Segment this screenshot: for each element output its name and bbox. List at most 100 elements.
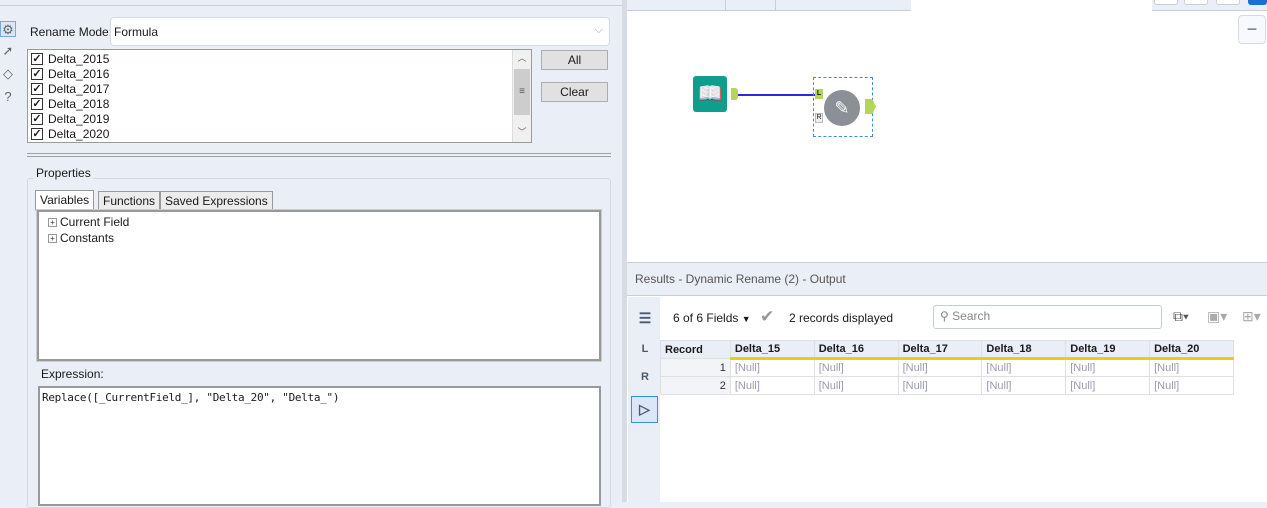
copy-icon[interactable]: ⧉▾ bbox=[1173, 308, 1189, 325]
table-cell[interactable]: [Null] bbox=[981, 376, 1067, 395]
table-cell[interactable]: [Null] bbox=[729, 358, 815, 377]
column-header[interactable]: Delta_18 bbox=[981, 340, 1067, 360]
field-name: Delta_2016 bbox=[48, 66, 110, 81]
connection-icon[interactable]: ➚ bbox=[0, 43, 16, 59]
node-label: Constants bbox=[60, 231, 115, 245]
checkbox[interactable]: ✓ bbox=[31, 82, 43, 95]
tree-node-constants[interactable]: + Constants bbox=[48, 231, 114, 245]
field-name: Delta_2017 bbox=[48, 81, 110, 96]
help-icon[interactable]: ? bbox=[0, 89, 16, 105]
checkbox[interactable]: ✓ bbox=[31, 97, 43, 110]
tab-separator bbox=[775, 0, 776, 10]
table-cell[interactable]: [Null] bbox=[729, 376, 815, 395]
field-list[interactable]: ✓ Delta_2015 ✓ Delta_2016 ✓ Delta_2017 ✓ Delta_… bbox=[27, 49, 532, 143]
check-icon: ✔ bbox=[760, 307, 775, 326]
tab-separator bbox=[725, 0, 726, 10]
chevron-down-icon: ⌵ bbox=[594, 24, 603, 36]
add-column-icon[interactable]: ⊞▾ bbox=[1242, 308, 1261, 325]
dynamic-rename-tool[interactable]: ✎ L R bbox=[813, 77, 876, 137]
tab-variables[interactable]: Variables bbox=[35, 190, 95, 211]
field-name: Delta_2015 bbox=[48, 51, 110, 66]
tree-node-current-field[interactable]: + Current Field bbox=[48, 215, 129, 229]
table-cell[interactable]: [Null] bbox=[813, 358, 899, 377]
record-number: 1 bbox=[660, 358, 731, 377]
workflow-canvas[interactable] bbox=[627, 0, 1267, 260]
right-input-anchor[interactable]: R bbox=[815, 113, 823, 123]
expression-editor[interactable]: Replace([_CurrentField_], "Delta_20", "D… bbox=[38, 386, 601, 506]
clear-button[interactable]: Clear bbox=[541, 82, 608, 102]
scroll-thumb[interactable]: ≡ bbox=[514, 69, 530, 115]
node-label: Current Field bbox=[60, 215, 130, 229]
field-item[interactable]: ✓ Delta_2016 bbox=[31, 66, 109, 81]
checkbox[interactable]: ✓ bbox=[31, 52, 43, 65]
column-header[interactable]: Delta_19 bbox=[1065, 340, 1151, 360]
field-item[interactable]: ✓ Delta_2019 bbox=[31, 111, 109, 126]
input-data-tool[interactable]: 📖 bbox=[693, 76, 727, 112]
table-cell[interactable]: [Null] bbox=[1065, 376, 1151, 395]
save-icon[interactable]: ▣▾ bbox=[1207, 308, 1227, 325]
table-cell[interactable]: [Null] bbox=[981, 358, 1067, 377]
records-count: 2 records displayed bbox=[789, 311, 894, 325]
checkbox[interactable]: ✓ bbox=[31, 127, 43, 140]
zoom-out-button[interactable]: − bbox=[1238, 15, 1266, 44]
expand-icon[interactable]: + bbox=[48, 233, 57, 243]
scroll-down-icon[interactable]: ﹀ bbox=[513, 124, 531, 141]
splitter[interactable] bbox=[27, 153, 611, 157]
rename-tool-icon: ✎ bbox=[824, 90, 860, 126]
scroll-up-icon[interactable]: ︿ bbox=[513, 50, 531, 67]
expand-icon[interactable]: + bbox=[48, 217, 57, 227]
toolbar-button[interactable] bbox=[1216, 0, 1240, 5]
table-cell[interactable]: [Null] bbox=[1065, 358, 1151, 377]
rows-icon[interactable]: ☰ bbox=[634, 307, 656, 329]
canvas-tabs bbox=[627, 0, 911, 11]
tag-icon[interactable]: ◇ bbox=[0, 66, 16, 82]
fields-selector-label: 6 of 6 Fields bbox=[673, 311, 739, 325]
toolbar-button-active[interactable] bbox=[1248, 0, 1267, 5]
table-cell[interactable]: [Null] bbox=[1149, 358, 1234, 377]
left-input-icon[interactable]: L bbox=[634, 338, 656, 360]
rename-mode-label: Rename Mode: bbox=[30, 25, 113, 39]
scrollbar[interactable]: ︿ ≡ ﹀ bbox=[512, 50, 531, 142]
column-header[interactable]: Delta_16 bbox=[813, 340, 899, 360]
table-cell[interactable]: [Null] bbox=[813, 376, 899, 395]
fields-selector[interactable]: 6 of 6 Fields ▼ bbox=[673, 311, 751, 325]
table-row: 2 [Null] [Null] [Null] [Null] [Null] [Null] bbox=[660, 376, 1234, 395]
output-anchor[interactable] bbox=[731, 88, 738, 100]
field-item[interactable]: ✓ Delta_2017 bbox=[31, 81, 109, 96]
variables-tree: + Current Field + Constants bbox=[36, 209, 602, 362]
field-item[interactable]: ✓ Delta_2020 bbox=[31, 126, 109, 141]
table-cell[interactable]: [Null] bbox=[1149, 376, 1234, 395]
field-name: Delta_2019 bbox=[48, 111, 110, 126]
search-input[interactable]: ⚲ Search bbox=[933, 305, 1162, 329]
tab-saved-expressions[interactable]: Saved Expressions bbox=[160, 191, 273, 210]
results-title: Results - Dynamic Rename (2) - Output bbox=[627, 262, 1267, 296]
column-header[interactable]: Delta_15 bbox=[729, 340, 815, 360]
left-input-anchor[interactable]: L bbox=[815, 89, 823, 99]
right-input-icon[interactable]: R bbox=[634, 366, 656, 388]
toolbar-button[interactable] bbox=[1184, 0, 1208, 5]
output-anchor-icon[interactable]: ▷ bbox=[631, 396, 658, 423]
toolbar-button[interactable] bbox=[1154, 0, 1178, 5]
column-header[interactable]: Record bbox=[660, 340, 731, 359]
side-l-label: L bbox=[641, 343, 649, 355]
rename-mode-dropdown[interactable]: Formula ⌵ bbox=[110, 17, 610, 46]
gear-icon[interactable]: ⚙ bbox=[0, 21, 16, 37]
field-item[interactable]: ✓ Delta_2018 bbox=[31, 96, 109, 111]
table-cell[interactable]: [Null] bbox=[897, 358, 983, 377]
rename-mode-value: Formula bbox=[114, 25, 159, 39]
field-name: Delta_2018 bbox=[48, 96, 110, 111]
select-all-button[interactable]: All bbox=[541, 50, 608, 70]
book-icon: 📖 bbox=[697, 83, 723, 105]
field-item[interactable]: ✓ Delta_2015 bbox=[31, 51, 109, 66]
field-name: Delta_2020 bbox=[48, 126, 110, 141]
checkbox[interactable]: ✓ bbox=[31, 112, 43, 125]
connection-line[interactable] bbox=[738, 94, 816, 96]
properties-label: Properties bbox=[34, 166, 93, 180]
tab-functions[interactable]: Functions bbox=[98, 191, 161, 210]
checkbox[interactable]: ✓ bbox=[31, 67, 43, 80]
table-cell[interactable]: [Null] bbox=[897, 376, 983, 395]
caret-down-icon: ▼ bbox=[741, 314, 751, 324]
column-header[interactable]: Delta_20 bbox=[1149, 340, 1234, 360]
column-header[interactable]: Delta_17 bbox=[897, 340, 983, 360]
table-row: 1 [Null] [Null] [Null] [Null] [Null] [Null] bbox=[660, 358, 1234, 377]
